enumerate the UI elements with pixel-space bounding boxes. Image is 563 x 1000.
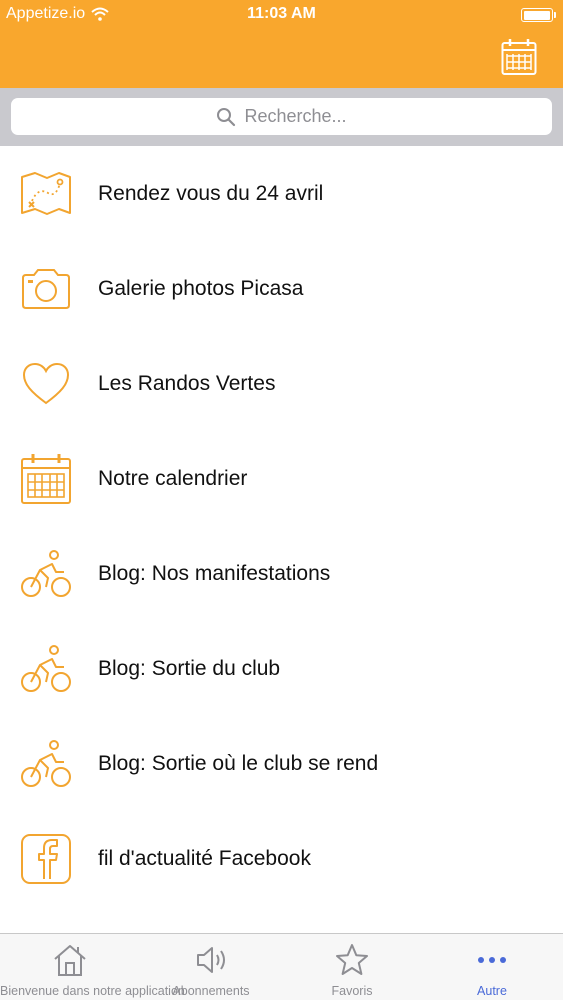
more-icon [478,957,506,963]
list-item[interactable]: Blog: Nos manifestations [0,526,563,621]
list-item-label: Blog: Sortie du club [98,656,281,680]
heart-icon [20,358,72,410]
list-item-label: Notre calendrier [98,466,248,490]
list-item-label: Galerie photos Picasa [98,276,304,300]
list-item[interactable]: Blog: Sortie où le club se rend [0,716,563,811]
nav-bar [0,30,563,88]
speaker-icon [197,947,225,973]
tab-abonnements[interactable]: Abonnements [141,934,281,1000]
calendar-icon[interactable] [501,38,537,76]
tab-label: Favoris [331,984,373,998]
home-icon [54,945,86,976]
list-item-label: Blog: Nos manifestations [98,561,331,585]
search-area: Recherche... [0,88,563,146]
tab-bar: Bienvenue dans notre application Abonnem… [0,933,563,1000]
tab-label: Abonnements [172,984,250,998]
list-item[interactable]: Blog: Sortie du club [0,621,563,716]
status-time: 11:03 AM [247,5,316,22]
facebook-icon [20,833,72,885]
list-item[interactable]: Notre calendrier [0,431,563,526]
calendar-icon [20,453,72,505]
cyclist-icon [20,738,72,790]
list-item-label: fil d'actualité Facebook [98,846,311,870]
cyclist-icon [20,643,72,695]
battery-icon [521,8,556,22]
status-bar: Appetize.io 11:03 AM [0,0,563,30]
tab-favoris[interactable]: Favoris [282,934,422,1000]
tab-autre[interactable]: Autre [422,934,562,1000]
list-item-label: Blog: Sortie où le club se rend [98,751,379,775]
battery-fill [523,10,550,20]
camera-icon [20,263,72,315]
tab-bienvenue[interactable]: Bienvenue dans notre application [0,934,185,1000]
list-item[interactable]: Les Randos Vertes [0,336,563,431]
list-item[interactable]: Galerie photos Picasa [0,241,563,336]
tab-label: Autre [477,984,507,998]
map-icon [20,168,72,220]
search-placeholder: Recherche... [244,106,347,126]
tab-label: Bienvenue dans notre application [0,984,185,998]
list-item[interactable]: Rendez vous du 24 avril [0,146,563,241]
list-item-label: Rendez vous du 24 avril [98,181,324,205]
list-item-label: Les Randos Vertes [98,371,276,395]
search-icon [217,107,236,126]
list-item[interactable]: fil d'actualité Facebook [0,811,563,906]
menu-list: Rendez vous du 24 avril Galerie photos P… [0,146,563,906]
star-icon [336,944,368,975]
cyclist-icon [20,548,72,600]
search-input[interactable]: Recherche... [11,98,552,135]
